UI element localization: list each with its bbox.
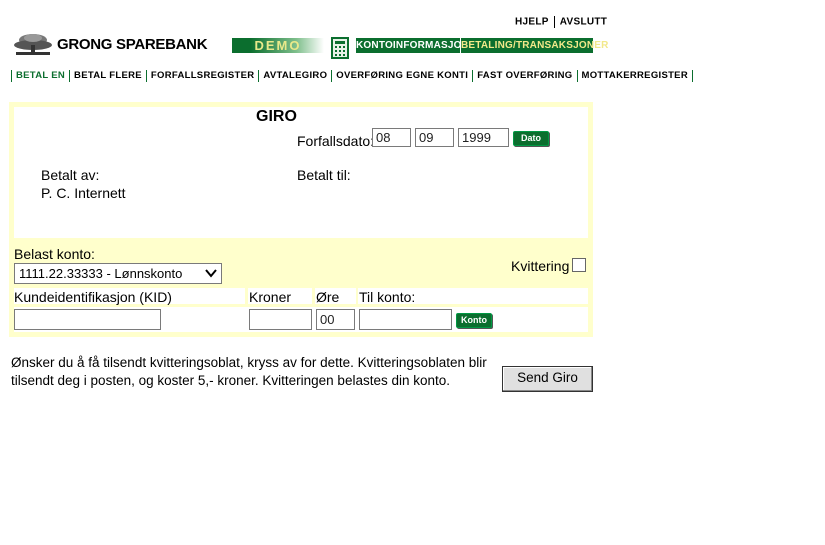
logo-text: GRONG SPAREBANK [57, 35, 208, 53]
debit-account-select[interactable]: 1111.22.33333 - Lønnskonto [14, 263, 222, 284]
debit-account-selected: 1111.22.33333 - Lønnskonto [19, 266, 183, 281]
date-picker-button[interactable]: Dato [513, 131, 549, 146]
subnav-betal-flere[interactable]: BETAL FLERE [69, 70, 146, 82]
separator [553, 16, 555, 28]
subnav-fast-overforing[interactable]: FAST OVERFØRING [472, 70, 576, 82]
paid-by-label: Betalt av: [41, 167, 100, 183]
subnav-overforing-egne-konti[interactable]: OVERFØRING EGNE KONTI [331, 70, 472, 82]
to-account-input[interactable] [359, 309, 452, 330]
top-links: HJELP AVSLUTT [515, 16, 607, 28]
due-day-input[interactable] [372, 128, 411, 147]
bank-logo: GRONG SPAREBANK [12, 30, 208, 58]
ore-input[interactable] [316, 309, 355, 330]
kroner-label: Kroner [249, 289, 292, 305]
kid-input[interactable] [14, 309, 161, 330]
logout-link[interactable]: AVSLUTT [560, 17, 607, 28]
tab-betaling-transaksjoner[interactable]: BETALING/TRANSAKSJONER [461, 38, 608, 53]
paid-to-label: Betalt til: [297, 167, 351, 183]
subnav-betal-en[interactable]: BETAL EN [11, 70, 69, 82]
to-account-label: Til konto: [359, 289, 416, 305]
due-month-input[interactable] [415, 128, 454, 147]
due-date-label: Forfallsdato: [297, 133, 375, 149]
ore-label: Øre [316, 289, 340, 305]
subnav-avtalegiro[interactable]: AVTALEGIRO [258, 70, 331, 82]
tab-kontoinformasjon[interactable]: KONTOINFORMASJON [356, 38, 469, 53]
help-link[interactable]: HJELP [515, 17, 549, 28]
subnav-forfallsregister[interactable]: FORFALLSREGISTER [145, 70, 259, 82]
calculator-icon[interactable] [331, 37, 349, 59]
subnav-mottakerregister[interactable]: MOTTAKERREGISTER [576, 70, 693, 82]
kroner-input[interactable] [249, 309, 312, 330]
account-lookup-button[interactable]: Konto [456, 313, 492, 328]
demo-badge: DEMO [232, 38, 324, 53]
sub-navigation: BETAL EN BETAL FLERE FORFALLSREGISTER AV… [11, 70, 693, 82]
debit-account-label: Belast konto: [14, 246, 95, 262]
tree-logo-icon [14, 34, 52, 55]
receipt-info-text: Ønsker du å få tilsendt kvitteringsoblat… [11, 355, 487, 388]
paid-by-value: P. C. Internett [41, 185, 126, 201]
giro-title: GIRO [256, 108, 297, 125]
receipt-checkbox[interactable] [572, 258, 586, 272]
receipt-label: Kvittering [511, 258, 570, 274]
chevron-down-icon [205, 269, 217, 278]
kid-label: Kundeidentifikasjon (KID) [14, 289, 172, 305]
send-giro-button[interactable]: Send Giro [502, 366, 593, 392]
due-year-input[interactable] [458, 128, 509, 147]
